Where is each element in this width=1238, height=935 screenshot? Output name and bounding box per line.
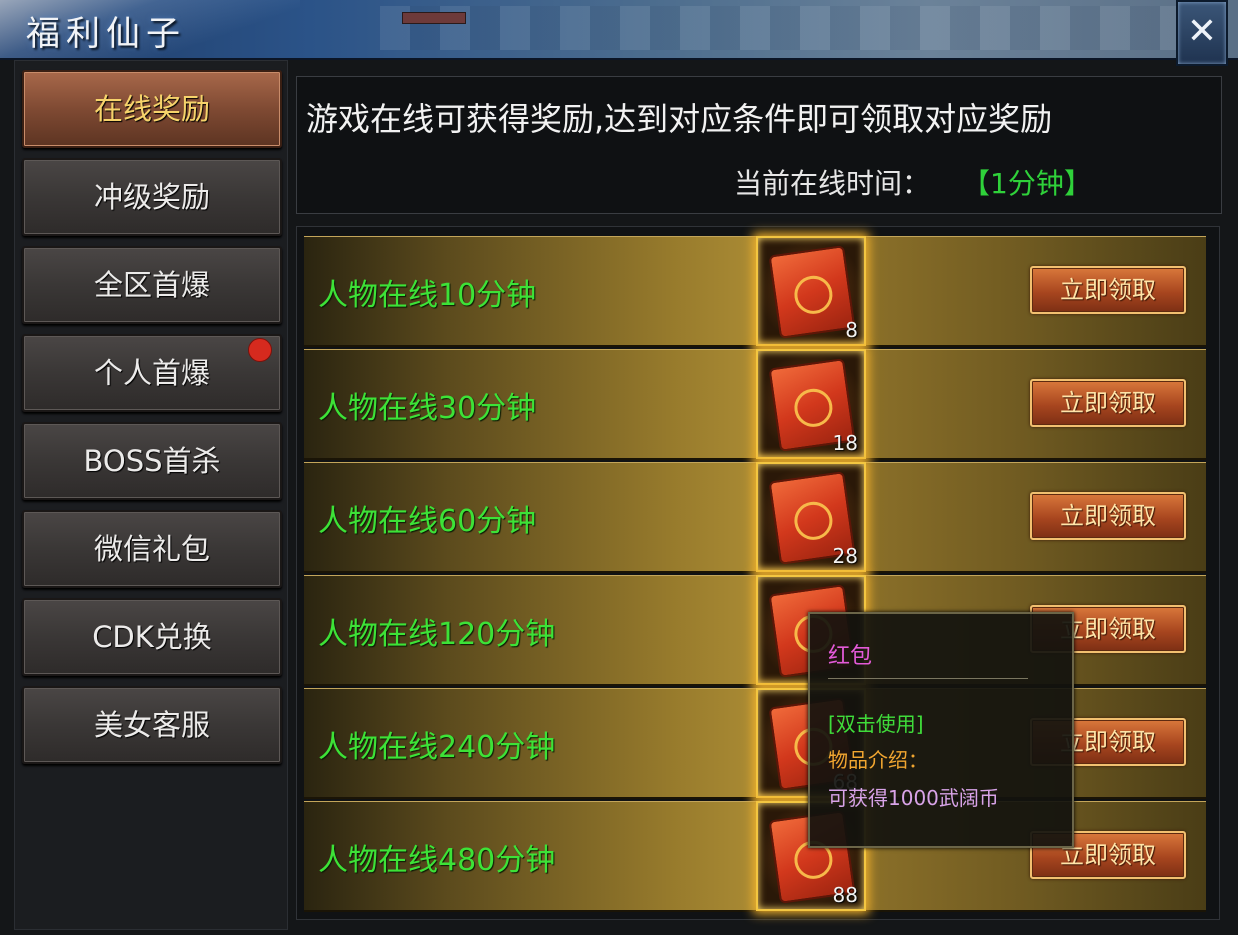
reward-item-slot[interactable]: 8 <box>756 236 866 346</box>
item-count: 28 <box>832 544 858 568</box>
tooltip-description: 可获得1000武阔币 <box>828 786 999 810</box>
item-count: 88 <box>832 883 858 907</box>
reward-row-label: 人物在线120分钟 <box>318 617 556 652</box>
reward-description: 游戏在线可获得奖励,达到对应条件即可领取对应奖励 <box>306 100 1053 138</box>
sidebar-item-cdk-redeem[interactable]: CDK兑换 <box>22 598 282 676</box>
sidebar-item-online-reward[interactable]: 在线奖励 <box>22 70 282 148</box>
claim-button[interactable]: 立即领取 <box>1030 266 1186 314</box>
title-bar-scenery <box>380 6 1180 50</box>
red-envelope-icon <box>768 245 856 339</box>
tooltip-divider <box>828 678 1028 679</box>
reward-row-label: 人物在线30分钟 <box>318 391 537 426</box>
sidebar-item-wechat-gift[interactable]: 微信礼包 <box>22 510 282 588</box>
item-count: 8 <box>845 318 858 342</box>
online-time-value: 【1分钟】 <box>962 167 1092 200</box>
claim-button[interactable]: 立即领取 <box>1030 492 1186 540</box>
tooltip-description-label: 物品介绍： <box>828 748 928 772</box>
item-count: 18 <box>832 431 858 455</box>
notification-dot <box>248 338 272 362</box>
reward-row-label: 人物在线10分钟 <box>318 278 537 313</box>
sidebar-item-level-reward[interactable]: 冲级奖励 <box>22 158 282 236</box>
title-bar: 福利仙子 <box>0 0 1238 60</box>
close-button[interactable]: ✕ <box>1176 0 1228 66</box>
window-title: 福利仙子 <box>26 14 186 54</box>
tooltip-usage: [双击使用] <box>828 712 924 736</box>
sidebar-item-boss-first-kill[interactable]: BOSS首杀 <box>22 422 282 500</box>
online-time-label: 当前在线时间： <box>734 167 931 200</box>
tooltip-item-name: 红包 <box>828 644 873 669</box>
sidebar-item-personal-first-drop[interactable]: 个人首爆 <box>22 334 282 412</box>
reward-item-slot[interactable]: 28 <box>756 462 866 572</box>
reward-row-label: 人物在线240分钟 <box>318 730 556 765</box>
reward-row-label: 人物在线60分钟 <box>318 504 537 539</box>
claim-button[interactable]: 立即领取 <box>1030 379 1186 427</box>
reward-row-label: 人物在线480分钟 <box>318 843 556 878</box>
reward-item-slot[interactable]: 18 <box>756 349 866 459</box>
sidebar-item-server-first-drop[interactable]: 全区首爆 <box>22 246 282 324</box>
title-bar-ornament <box>402 12 466 24</box>
item-tooltip: 红包 [双击使用] 物品介绍： 可获得1000武阔币 <box>808 612 1074 848</box>
sidebar-item-customer-service[interactable]: 美女客服 <box>22 686 282 764</box>
